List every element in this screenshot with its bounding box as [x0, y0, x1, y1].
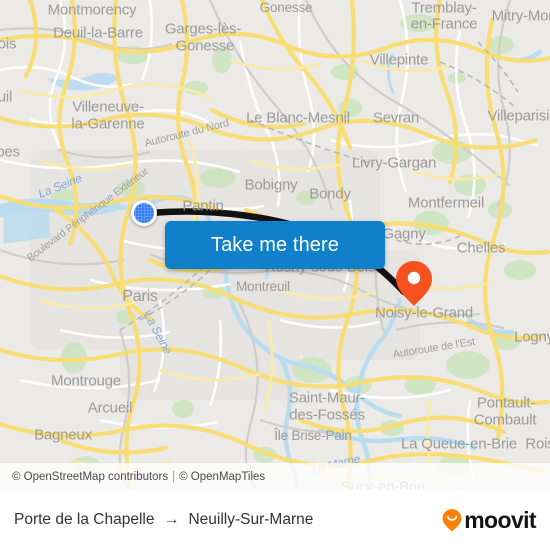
- take-me-there-label: Take me there: [210, 233, 340, 256]
- attribution-separator: |: [172, 470, 176, 483]
- route-summary: Porte de la Chapelle → Neuilly-Sur-Marne: [14, 511, 313, 529]
- moovit-map-screenshot: Montmorency Gonesse Tremblay-en-France Mitr…: [0, 0, 550, 550]
- map-canvas[interactable]: Montmorency Gonesse Tremblay-en-France Mitr…: [0, 0, 550, 490]
- arrow-right-icon: →: [163, 511, 180, 528]
- destination-pin[interactable]: [395, 260, 433, 307]
- take-me-there-button[interactable]: Take me there: [165, 221, 385, 269]
- origin-dot[interactable]: [131, 200, 157, 226]
- map-attribution: © OpenStreetMap contributors | © OpenMap…: [0, 463, 550, 490]
- origin-dot-core: [134, 203, 154, 223]
- moovit-logo[interactable]: moovit: [441, 506, 537, 534]
- attribution-tiles[interactable]: © OpenMapTiles: [179, 471, 265, 483]
- moovit-pin-icon: [442, 509, 462, 532]
- bottom-bar: Porte de la Chapelle → Neuilly-Sur-Marne…: [0, 490, 550, 550]
- moovit-wordmark: moovit: [464, 506, 536, 533]
- route-origin: Porte de la Chapelle: [14, 511, 155, 528]
- route-destination: Neuilly-Sur-Marne: [188, 511, 314, 528]
- attribution-osm[interactable]: © OpenStreetMap contributors: [12, 471, 168, 483]
